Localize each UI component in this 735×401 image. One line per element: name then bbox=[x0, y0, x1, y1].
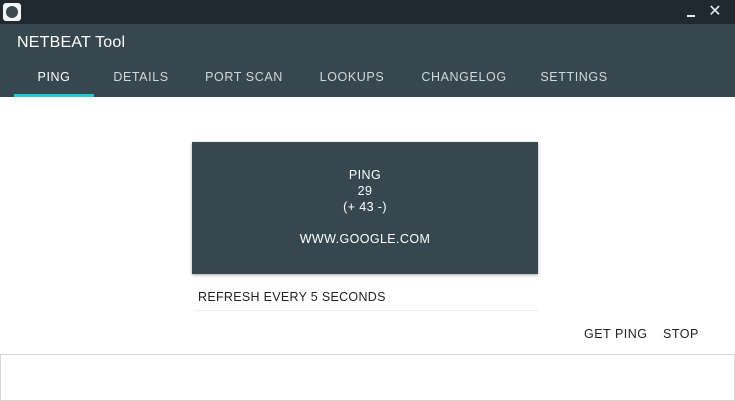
refresh-divider bbox=[194, 310, 538, 311]
refresh-interval-label[interactable]: REFRESH EVERY 5 SECONDS bbox=[198, 290, 386, 304]
tab-settings[interactable]: SETTINGS bbox=[532, 64, 616, 97]
output-text-area[interactable] bbox=[0, 354, 735, 401]
minimize-icon[interactable] bbox=[681, 2, 701, 22]
close-icon[interactable]: ✕ bbox=[705, 2, 725, 22]
ping-value: 29 bbox=[357, 184, 373, 198]
get-ping-button[interactable]: GET PING bbox=[584, 324, 648, 344]
ping-delta: (+ 43 -) bbox=[343, 200, 387, 214]
tab-details[interactable]: DETAILS bbox=[104, 64, 178, 97]
title-bar[interactable]: ✕ bbox=[0, 0, 735, 24]
tab-changelog[interactable]: CHANGELOG bbox=[412, 64, 516, 97]
active-tab-indicator bbox=[14, 94, 94, 97]
ping-host: WWW.GOOGLE.COM bbox=[299, 232, 431, 246]
ping-card: PING 29 (+ 43 -) WWW.GOOGLE.COM bbox=[192, 142, 538, 274]
tab-lookups[interactable]: LOOKUPS bbox=[312, 64, 392, 97]
app-title: NETBEAT Tool bbox=[17, 34, 126, 51]
app-window: ✕ NETBEAT Tool PING DETAILS PORT SCAN LO… bbox=[0, 0, 735, 401]
tab-port-scan[interactable]: PORT SCAN bbox=[196, 64, 292, 97]
tab-bar: PING DETAILS PORT SCAN LOOKUPS CHANGELOG… bbox=[0, 64, 735, 97]
ping-title: PING bbox=[348, 168, 382, 182]
app-header: NETBEAT Tool PING DETAILS PORT SCAN LOOK… bbox=[0, 24, 735, 97]
app-logo-icon bbox=[3, 3, 21, 21]
stop-button[interactable]: STOP bbox=[663, 324, 699, 344]
tab-ping[interactable]: PING bbox=[14, 64, 94, 97]
